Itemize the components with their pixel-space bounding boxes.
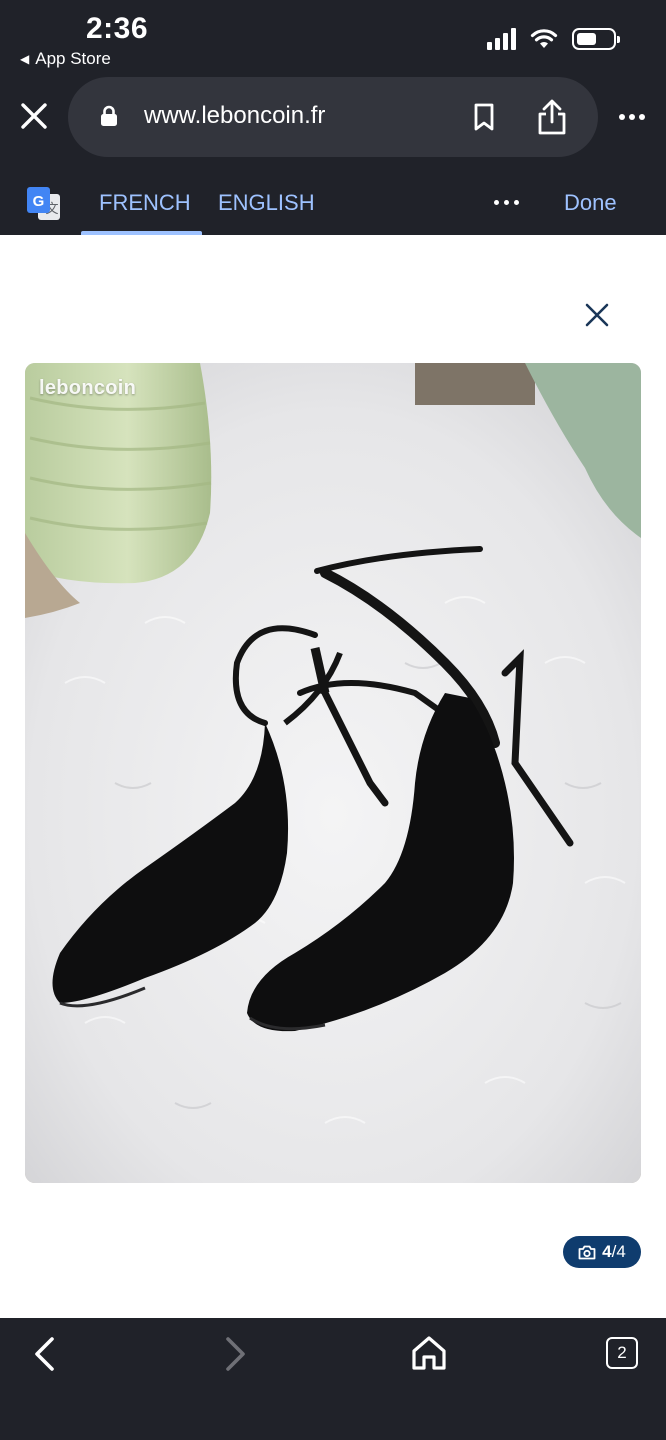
svg-text:G: G	[33, 193, 45, 210]
done-button[interactable]: Done	[564, 190, 617, 216]
bookmark-icon[interactable]	[472, 102, 496, 132]
home-icon[interactable]	[410, 1335, 448, 1371]
back-app-label: App Store	[35, 49, 111, 68]
forward-arrow-icon[interactable]	[222, 1336, 250, 1372]
back-triangle-icon: ◀	[20, 52, 30, 66]
photo-drawing	[25, 363, 641, 1183]
listing-photo[interactable]: leboncoin	[25, 363, 641, 1183]
translate-more-icon[interactable]	[494, 200, 519, 205]
tab-english[interactable]: ENGLISH	[218, 190, 315, 216]
status-indicators	[487, 28, 620, 50]
wifi-icon	[530, 29, 558, 48]
status-time: 2:36	[86, 12, 149, 45]
translate-bar: 文 G FRENCH ENGLISH Done	[0, 172, 666, 235]
more-options-icon[interactable]	[618, 104, 646, 130]
url-text: www.leboncoin.fr	[144, 102, 326, 129]
photo-counter-current: 4	[602, 1242, 612, 1261]
tab-french[interactable]: FRENCH	[99, 190, 191, 216]
camera-icon	[578, 1245, 596, 1259]
selected-tab-indicator	[81, 231, 202, 235]
battery-icon	[572, 28, 620, 50]
close-icon[interactable]	[18, 100, 50, 132]
photo-counter-text: 4/4	[602, 1242, 626, 1262]
lock-icon	[101, 105, 117, 126]
photo-counter-total: /4	[611, 1242, 626, 1261]
back-arrow-icon[interactable]	[30, 1336, 58, 1372]
share-icon[interactable]	[536, 98, 568, 136]
close-gallery-icon[interactable]	[582, 300, 612, 330]
leboncoin-watermark: leboncoin	[39, 377, 137, 399]
photo-counter-badge[interactable]: 4/4	[563, 1236, 641, 1268]
tab-switcher-button[interactable]: 2	[606, 1337, 638, 1369]
address-bar[interactable]: www.leboncoin.fr	[68, 77, 598, 157]
cellular-signal-icon	[487, 28, 516, 50]
bottom-toolbar: 2	[0, 1318, 666, 1440]
back-to-app-button[interactable]: ◀ App Store	[20, 49, 111, 69]
browser-chrome: 2:36 ◀ App Store www.leboncoin.fr 文 G FR…	[0, 0, 666, 235]
google-translate-icon: 文 G	[27, 187, 60, 220]
